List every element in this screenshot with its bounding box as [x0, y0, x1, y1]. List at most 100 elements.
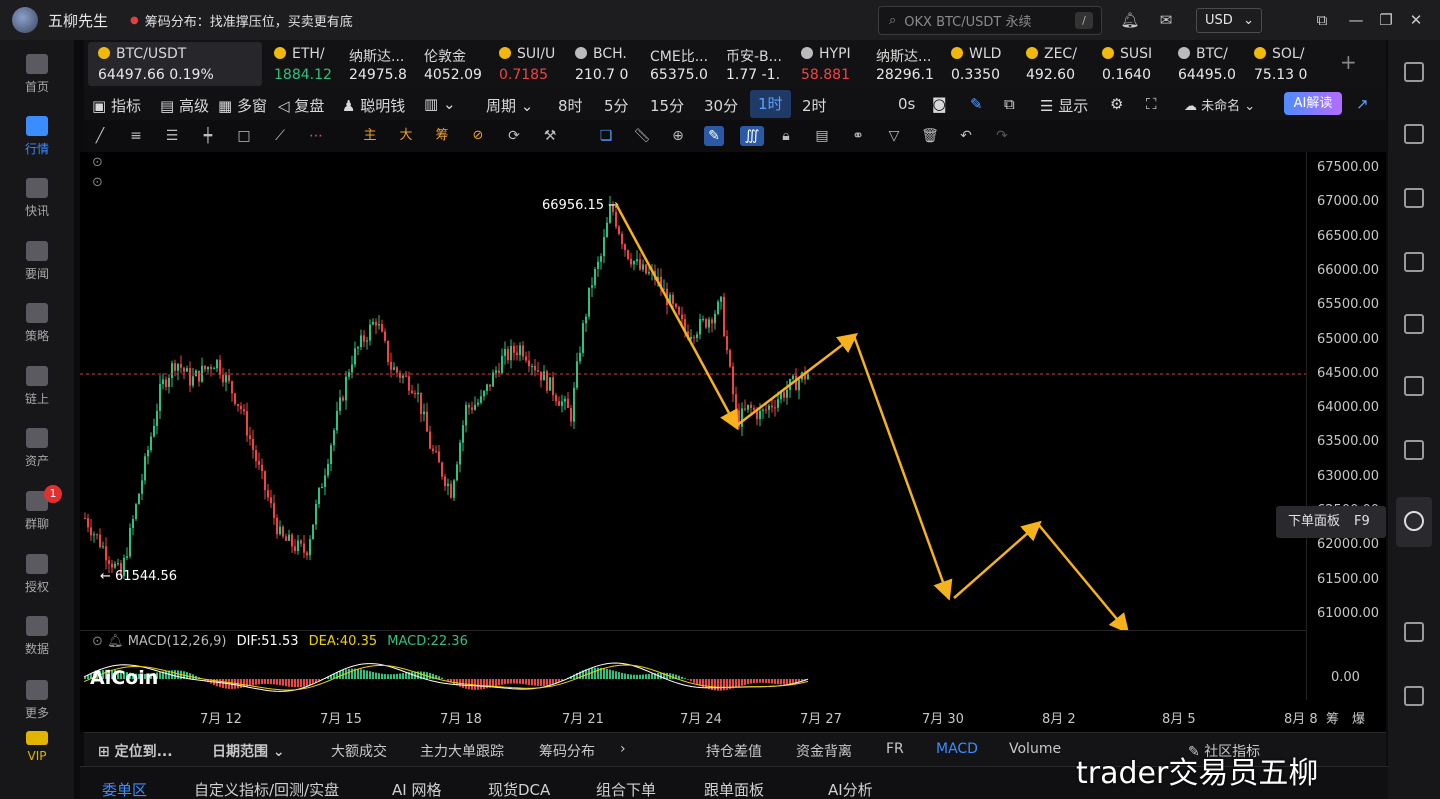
- sidebar-item-assets[interactable]: 资产: [0, 420, 74, 480]
- interval-1h[interactable]: 1时: [750, 90, 791, 118]
- big-chip-button[interactable]: 大: [396, 126, 416, 146]
- tab-spot-dca[interactable]: 现货DCA: [488, 779, 550, 799]
- chips-toggle[interactable]: 筹: [1326, 708, 1339, 727]
- share-icon[interactable]: ⧉: [1004, 95, 1015, 113]
- list-icon[interactable]: [1404, 62, 1424, 82]
- tab-main-orders[interactable]: 主力大单跟踪: [420, 741, 504, 761]
- lock-icon[interactable]: 🔒︎: [776, 126, 796, 146]
- quote-tab[interactable]: SUSI 0.1640: [1092, 42, 1166, 86]
- tab-divergence[interactable]: 资金背离: [796, 741, 852, 761]
- sidebar-item-auth[interactable]: 授权: [0, 546, 74, 606]
- chips-button[interactable]: 筹: [432, 126, 452, 146]
- expand-icon[interactable]: ⊙: [92, 175, 103, 190]
- brush-icon[interactable]: ⟋: [270, 126, 290, 146]
- zoom-icon[interactable]: ⊕: [668, 126, 688, 146]
- ruler-icon[interactable]: 📏︎: [632, 126, 652, 146]
- parallel-line-icon[interactable]: ≡: [126, 126, 146, 146]
- quote-tab[interactable]: BCH. 210.7 0: [565, 42, 639, 86]
- interval-5m[interactable]: 5分: [604, 95, 629, 116]
- tab-ai-analysis[interactable]: AI分析: [828, 779, 873, 799]
- sidebar-item-chat[interactable]: 群聊 1: [0, 483, 74, 543]
- macd-panel[interactable]: ⊙ 🔔︎ MACD(12,26,9) DIF:51.53 DEA:40.35 M…: [80, 630, 1306, 700]
- tab-position-diff[interactable]: 持仓差值: [706, 741, 762, 761]
- sidebar-item-headline[interactable]: 要闻: [0, 233, 74, 293]
- price-chart[interactable]: 66956.15 → ← 61544.56 ⊙ ⊙: [80, 152, 1306, 634]
- projection-arrow[interactable]: [852, 335, 953, 601]
- interval-30m[interactable]: 30分: [704, 95, 738, 116]
- quote-tab[interactable]: ETH/1884.12: [264, 42, 338, 86]
- projection-arrow[interactable]: [953, 520, 1042, 599]
- horizontal-lines-icon[interactable]: ☰: [162, 126, 182, 146]
- wand-icon[interactable]: ⚒: [540, 126, 560, 146]
- chart-type-button[interactable]: ▥ ⌄: [424, 95, 456, 113]
- maximize-icon[interactable]: ❐: [1376, 10, 1396, 30]
- template-icon[interactable]: ▤: [812, 126, 832, 146]
- projection-arrow[interactable]: [1037, 523, 1130, 634]
- quote-tab[interactable]: CME比... 65375.0: [640, 42, 716, 86]
- advanced-button[interactable]: ▤ 高级: [160, 95, 209, 116]
- more-tools-icon[interactable]: ⋯: [306, 126, 326, 146]
- candlestick-chart[interactable]: 66956.15 → ← 61544.56: [80, 152, 1306, 634]
- rectangle-icon[interactable]: □: [234, 126, 254, 146]
- copy-icon[interactable]: ❏: [596, 126, 616, 146]
- layout-icon[interactable]: [1404, 622, 1424, 642]
- quote-tab[interactable]: 伦敦金 4052.09: [414, 42, 490, 86]
- sidebar-item-market[interactable]: 行情: [0, 108, 74, 168]
- redo-icon[interactable]: ↷: [992, 126, 1012, 146]
- add-quote-icon[interactable]: +: [1340, 50, 1357, 74]
- headset-icon[interactable]: [1404, 686, 1424, 706]
- undo-icon[interactable]: ↶: [956, 126, 976, 146]
- tab-macd[interactable]: MACD: [936, 741, 978, 757]
- indicator-button[interactable]: ▣ 指标: [92, 95, 141, 116]
- tab-large-trades[interactable]: 大额成交: [331, 741, 387, 761]
- sidebar-item-onchain[interactable]: 链上: [0, 358, 74, 418]
- trend-icon[interactable]: [1404, 252, 1424, 272]
- share-chart-icon[interactable]: ↗: [1356, 95, 1369, 113]
- currency-select[interactable]: USD ⌄: [1196, 8, 1262, 33]
- tab-custom-indicator[interactable]: 自定义指标/回测/实盘: [194, 779, 339, 799]
- chart-tool-icon[interactable]: ⊘: [468, 126, 488, 146]
- filter-icon[interactable]: ▽: [884, 126, 904, 146]
- quote-tab[interactable]: 纳斯达... 24975.8: [339, 42, 415, 86]
- chart-panel-icon[interactable]: [1404, 314, 1424, 334]
- price-axis[interactable]: 67500.00 67000.00 66500.00 66000.00 65500.00…: [1306, 152, 1386, 700]
- sidebar-item-strategy[interactable]: 策略: [0, 295, 74, 355]
- tab-combo-order[interactable]: 组合下单: [596, 779, 656, 799]
- sidebar-item-data[interactable]: 数据: [0, 608, 74, 668]
- trash-icon[interactable]: 🗑︎: [920, 126, 940, 146]
- popout-icon[interactable]: ⧉: [1312, 10, 1332, 30]
- sidebar-item-home[interactable]: 首页: [0, 46, 74, 106]
- sidebar-item-news-flash[interactable]: 快讯: [0, 170, 74, 230]
- horizontal-ray-icon[interactable]: ┿: [198, 126, 218, 146]
- close-icon[interactable]: ✕: [1406, 10, 1426, 30]
- period-select[interactable]: 周期 ⌄: [486, 95, 533, 116]
- sidebar-item-vip[interactable]: VIP: [0, 723, 74, 783]
- draw-mode-icon[interactable]: ✎: [704, 126, 724, 146]
- robot-icon[interactable]: [1404, 440, 1424, 460]
- tab-copy-trade[interactable]: 跟单面板: [704, 779, 764, 799]
- quote-tab[interactable]: BTC/64495.0: [1168, 42, 1242, 86]
- smart-money-button[interactable]: ♟ 聪明钱: [342, 95, 405, 116]
- quote-tab[interactable]: 纳斯达... 28296.1: [866, 42, 942, 86]
- quote-tab[interactable]: WLD 0.3350: [941, 42, 1015, 86]
- date-range-select[interactable]: 日期范围 ⌄: [212, 741, 285, 761]
- fullscreen-icon[interactable]: ⛶: [1146, 95, 1157, 113]
- quote-tab-btcusdt[interactable]: BTC/USDT 64497.66 0.19%: [88, 42, 262, 86]
- avatar[interactable]: [12, 7, 38, 33]
- display-button[interactable]: ☰ 显示: [1040, 95, 1088, 116]
- interval-8h[interactable]: 8时: [558, 95, 583, 116]
- magnet-icon[interactable]: ∭: [740, 126, 764, 146]
- etf-icon[interactable]: [1404, 376, 1424, 396]
- dollar-icon[interactable]: [1404, 188, 1424, 208]
- tab-ai-grid[interactable]: AI 网格: [392, 779, 441, 799]
- alert-bell-icon[interactable]: 🔔︎: [107, 634, 124, 649]
- layout-select[interactable]: ☁ 未命名 ⌄: [1184, 95, 1255, 114]
- eye-icon[interactable]: ⊙: [92, 634, 103, 649]
- main-chip-button[interactable]: 主: [360, 126, 380, 146]
- interval-2h[interactable]: 2时: [802, 95, 827, 116]
- trend-line-icon[interactable]: ╱: [90, 126, 110, 146]
- link-icon[interactable]: ⚭: [848, 126, 868, 146]
- refresh-icon[interactable]: ⟳: [504, 126, 524, 146]
- settings-icon[interactable]: ⚙: [1110, 95, 1123, 113]
- projection-arrow[interactable]: [735, 332, 858, 427]
